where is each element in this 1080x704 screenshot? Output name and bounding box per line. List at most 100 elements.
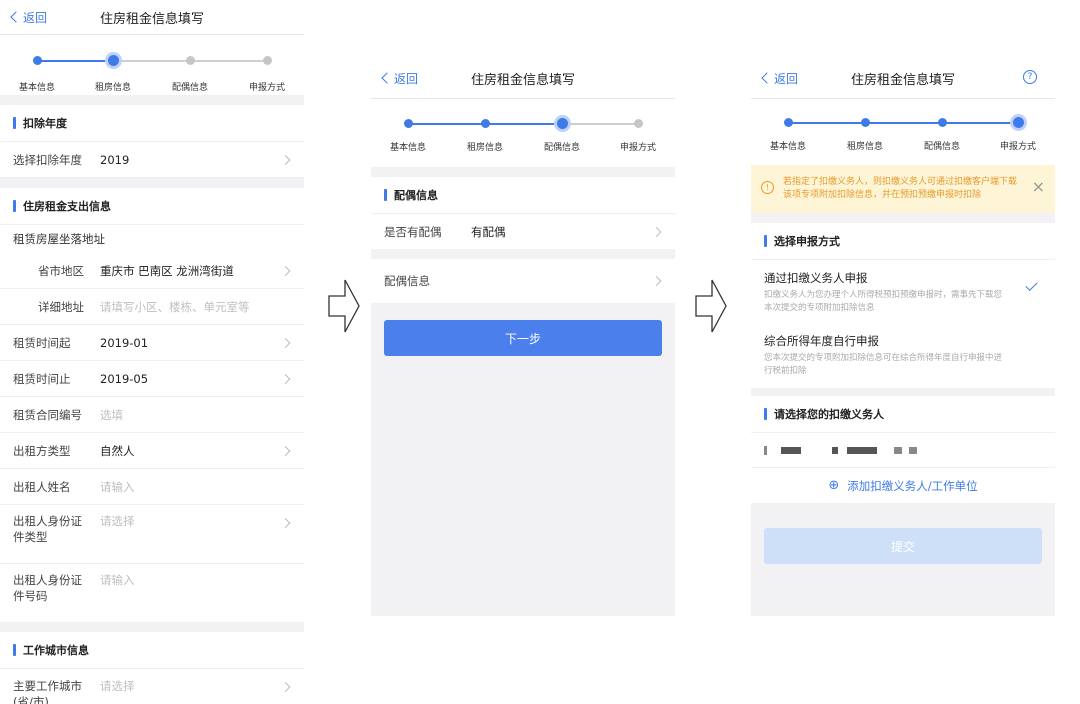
field-placeholder: 请选择 <box>100 514 135 528</box>
step-label: 基本信息 <box>769 142 807 152</box>
close-icon[interactable]: × <box>1032 179 1045 195</box>
section-title: 配偶信息 <box>371 177 675 214</box>
field-placeholder: 请输入 <box>100 573 135 587</box>
screen-spouse-info: 返回 住房租金信息填写 基本信息 租房信息 配偶信息 申报方式 配偶信息 是否有… <box>371 58 675 616</box>
field-label: 租赁房屋坐落地址 <box>13 232 105 246</box>
field-label: 详细地址 <box>38 299 84 314</box>
landlord-name-input[interactable]: 出租人姓名 请输入 <box>0 469 304 505</box>
next-button[interactable]: 下一步 <box>384 320 662 356</box>
landlord-id-type-row[interactable]: 出租人身份证件类型 请选择 <box>0 505 304 564</box>
landlord-type-row[interactable]: 出租方类型 自然人 <box>0 433 304 469</box>
redacted-text <box>781 446 801 454</box>
step-label: 配偶信息 <box>543 143 581 153</box>
option-withholding-agent[interactable]: 通过扣缴义务人申报 扣缴义务人为您办理个人所得税预扣预缴申报时，需事先下载您本次… <box>751 260 1055 323</box>
add-label: 添加扣缴义务人/工作单位 <box>847 478 978 493</box>
rent-start-row[interactable]: 租赁时间起 2019-01 <box>0 325 304 361</box>
step-dot <box>262 56 272 65</box>
submit-button-label: 提交 <box>890 539 915 554</box>
redacted-text <box>764 445 767 455</box>
field-label: 主要工作城市(省/市) <box>13 679 82 704</box>
section-marker <box>764 235 767 247</box>
section-title: 请选择您的扣缴义务人 <box>751 396 1055 433</box>
section-spouse-detail: 配偶信息 <box>371 259 675 303</box>
step-progress: 基本信息 租房信息 配偶信息 申报方式 <box>371 99 675 167</box>
step-label: 配偶信息 <box>923 142 961 152</box>
section-title-text: 选择申报方式 <box>774 235 840 248</box>
page-title: 住房租金信息填写 <box>470 72 575 88</box>
work-city-row[interactable]: 主要工作城市(省/市) 请选择 <box>0 669 304 704</box>
step-dot-current <box>1012 117 1024 128</box>
redacted-text <box>909 446 917 454</box>
field-label: 租赁时间止 <box>13 371 71 386</box>
field-label: 选择扣除年度 <box>13 152 82 167</box>
field-value: 2019-05 <box>100 371 149 386</box>
section-title-text: 请选择您的扣缴义务人 <box>774 408 884 421</box>
screen-declaration-method: 返回 住房租金信息填写 ? 基本信息 租房信息 配偶信息 申报方式 ! 若指定了… <box>751 58 1055 616</box>
section-marker <box>13 200 16 212</box>
spouse-info-row[interactable]: 配偶信息 <box>371 259 675 303</box>
section-withholding-agent: 请选择您的扣缴义务人 ⊕ 添加扣缴义务人/工作单位 <box>751 396 1055 503</box>
info-icon: ! <box>761 181 774 194</box>
step-dot <box>860 118 870 127</box>
submit-button[interactable]: 提交 <box>764 528 1042 564</box>
option-title: 通过扣缴义务人申报 <box>764 271 868 285</box>
chevron-right-icon <box>651 276 662 286</box>
step-label: 基本信息 <box>389 143 427 153</box>
option-self-declare[interactable]: 综合所得年度自行申报 您本次提交的专项附加扣除信息可在综合所得年度自行申报中进行… <box>751 323 1055 388</box>
field-label: 出租人姓名 <box>13 479 71 494</box>
section-title-text: 配偶信息 <box>394 189 438 202</box>
field-value: 自然人 <box>100 443 135 458</box>
section-title: 扣除年度 <box>0 105 304 142</box>
step-dot <box>185 56 195 65</box>
step-label: 租房信息 <box>846 142 884 152</box>
detail-address-input[interactable]: 详细地址 请填写小区、楼栋、单元室等 <box>0 289 304 325</box>
nav-bar: 返回 住房租金信息填写 ? <box>751 58 1055 99</box>
has-spouse-row[interactable]: 是否有配偶 有配偶 <box>371 214 675 249</box>
step-label: 配偶信息 <box>171 83 209 93</box>
notice-text: 若指定了扣缴义务人，则扣缴义务人可通过扣缴客户端下载该项专项附加扣除信息，并在预… <box>783 177 1018 200</box>
address-group-label: 租赁房屋坐落地址 <box>0 225 304 253</box>
section-declaration-method: 选择申报方式 通过扣缴义务人申报 扣缴义务人为您办理个人所得税预扣预缴申报时，需… <box>751 223 1055 388</box>
section-marker <box>764 408 767 420</box>
step-dot-current <box>107 55 119 66</box>
flow-arrow-right-icon <box>328 279 360 333</box>
section-title: 住房租金支出信息 <box>0 188 304 225</box>
field-placeholder: 请输入 <box>100 479 135 494</box>
step-dot <box>633 119 643 128</box>
option-description: 扣缴义务人为您办理个人所得税预扣预缴申报时，需事先下载您本次提交的专项附加扣除信… <box>764 290 1003 313</box>
step-label: 申报方式 <box>999 142 1037 152</box>
step-dot <box>480 119 490 128</box>
field-label: 出租方类型 <box>13 443 71 458</box>
step-line-done <box>788 122 1018 124</box>
step-line-pending <box>562 123 638 125</box>
page-title: 住房租金信息填写 <box>99 11 204 27</box>
redacted-text <box>894 446 902 454</box>
step-label: 租房信息 <box>466 143 504 153</box>
rent-end-row[interactable]: 租赁时间止 2019-05 <box>0 361 304 397</box>
section-rent-expense: 住房租金支出信息 租赁房屋坐落地址 省市地区 重庆市 巴南区 龙洲湾街道 详细地… <box>0 188 304 622</box>
step-line-done <box>37 60 113 62</box>
help-icon[interactable]: ? <box>1023 70 1037 84</box>
section-marker <box>13 117 16 129</box>
add-withholding-agent-button[interactable]: ⊕ 添加扣缴义务人/工作单位 <box>751 468 1055 503</box>
landlord-id-number-input[interactable]: 出租人身份证件号码 请输入 <box>0 564 304 622</box>
step-progress: 基本信息 租房信息 配偶信息 申报方式 <box>0 35 304 95</box>
year-select-row[interactable]: 选择扣除年度 2019 <box>0 142 304 178</box>
section-title: 选择申报方式 <box>751 223 1055 260</box>
nav-bar: 返回 住房租金信息填写 <box>371 58 675 99</box>
next-button-label: 下一步 <box>504 331 541 346</box>
option-title: 综合所得年度自行申报 <box>764 334 879 348</box>
region-select-row[interactable]: 省市地区 重庆市 巴南区 龙洲湾街道 <box>0 253 304 289</box>
page-title: 住房租金信息填写 <box>850 72 955 88</box>
section-spouse: 配偶信息 是否有配偶 有配偶 <box>371 177 675 249</box>
field-label: 省市地区 <box>38 263 84 278</box>
withholding-agent-item[interactable] <box>751 433 1055 468</box>
section-marker <box>13 644 16 656</box>
step-label: 租房信息 <box>94 83 132 93</box>
field-value: 2019 <box>100 152 130 167</box>
nav-bar: 返回 住房租金信息填写 <box>0 0 304 35</box>
field-placeholder: 请选择 <box>100 679 135 693</box>
flow-arrow-right-icon <box>695 279 727 333</box>
contract-number-input[interactable]: 租赁合同编号 选填 <box>0 397 304 433</box>
field-value: 2019-01 <box>100 335 149 350</box>
